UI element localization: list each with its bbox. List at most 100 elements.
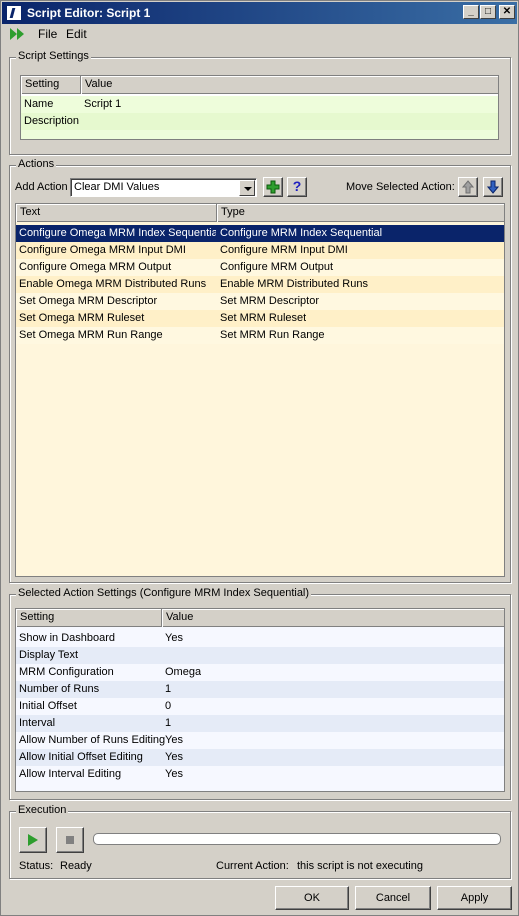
column-header-text[interactable]: Text [16,204,217,222]
execution-title: Execution [16,804,69,816]
plus-icon [266,180,280,194]
table-row[interactable]: Allow Initial Offset Editing Yes [16,749,504,766]
current-action-value: this script is not executing [297,860,423,872]
selected-settings-header: Setting Value [16,609,504,627]
table-row[interactable]: Set Omega MRM Run Range Set MRM Run Rang… [16,327,504,344]
selected-action-settings-table: Setting Value Show in Dashboard Yes Disp… [15,608,505,792]
add-action-select[interactable]: Clear DMI Values [70,178,257,197]
column-header-setting[interactable]: Setting [21,76,81,94]
help-button[interactable]: ? [287,177,307,197]
help-icon: ? [292,178,302,194]
action-type-cell: Configure MRM Input DMI [220,244,348,256]
actions-table-header: Text Type [16,204,504,222]
chevron-down-icon[interactable] [239,180,255,196]
setting-name-cell: Show in Dashboard [19,632,116,644]
script-settings-header: Setting Value [21,76,498,94]
move-selected-action-label: Move Selected Action: [346,181,455,193]
setting-name-cell: Allow Number of Runs Editing [19,734,166,746]
setting-value-cell: Yes [165,734,183,746]
ok-button[interactable]: OK [275,886,349,910]
table-row[interactable]: Display Text [16,647,504,664]
action-type-cell: Configure MRM Output [220,261,334,273]
table-filler [21,130,498,139]
add-action-label: Add Action [15,181,68,193]
setting-value-cell: 1 [165,683,172,695]
menu-bar: File Edit [2,25,517,43]
column-header-type[interactable]: Type [217,204,504,222]
table-row[interactable]: Show in Dashboard Yes [16,630,504,647]
current-action-label: Current Action: [216,860,289,872]
action-type-cell: Set MRM Descriptor [220,295,320,307]
setting-value-cell: Yes [165,768,183,780]
table-row[interactable]: Allow Interval Editing Yes [16,766,504,783]
stop-icon [66,836,74,844]
selected-action-settings-title: Selected Action Settings (Configure MRM … [16,587,312,599]
menu-file[interactable]: File [38,27,57,41]
arrow-up-icon [462,180,474,194]
setting-name-cell: Number of Runs [19,683,100,695]
table-row[interactable]: Set Omega MRM Descriptor Set MRM Descrip… [16,293,504,310]
script-editor-window: Script Editor: Script 1 _ □ ✕ File Edit … [0,0,519,916]
title-bar[interactable]: Script Editor: Script 1 _ □ ✕ [2,2,517,24]
setting-value-cell: 1 [165,717,172,729]
setting-name-cell: MRM Configuration [19,666,114,678]
minimize-button[interactable]: _ [463,5,479,19]
table-row[interactable]: Configure Omega MRM Input DMI Configure … [16,242,504,259]
setting-name-cell: Name [24,98,54,110]
action-text-cell: Configure Omega MRM Output [19,261,172,273]
execution-progress-bar [93,833,501,845]
table-row[interactable]: Configure Omega MRM Index Sequential Con… [16,225,504,242]
action-text-cell: Enable Omega MRM Distributed Runs [19,278,207,290]
status-label: Status: [19,860,54,872]
setting-name-cell: Interval [19,717,56,729]
table-row[interactable]: Interval 1 [16,715,504,732]
action-text-cell: Set Omega MRM Ruleset [19,312,145,324]
app-icon [6,5,22,21]
action-type-cell: Set MRM Run Range [220,329,325,341]
column-header-value[interactable]: Value [81,76,498,94]
setting-name-cell: Description [24,115,80,127]
table-row[interactable]: Number of Runs 1 [16,681,504,698]
script-settings-title: Script Settings [16,50,91,62]
arrow-down-icon [487,180,499,194]
add-action-selected-value: Clear DMI Values [74,181,160,193]
cancel-button[interactable]: Cancel [355,886,431,910]
window-title: Script Editor: Script 1 [27,6,151,20]
setting-name-cell: Allow Interval Editing [19,768,122,780]
maximize-button[interactable]: □ [480,5,496,19]
setting-value-cell: Yes [165,632,183,644]
action-type-cell: Enable MRM Distributed Runs [220,278,368,290]
run-button[interactable] [19,827,47,853]
apply-button[interactable]: Apply [437,886,512,910]
menu-edit[interactable]: Edit [66,27,87,41]
play-icon [28,834,38,846]
move-up-button[interactable] [458,177,478,197]
actions-table: Text Type Configure Omega MRM Index Sequ… [15,203,505,577]
setting-name-cell: Allow Initial Offset Editing [19,751,143,763]
table-row[interactable]: Description [21,113,498,130]
actions-title: Actions [16,158,57,170]
table-row[interactable]: Initial Offset 0 [16,698,504,715]
table-row[interactable]: Configure Omega MRM Output Configure MRM… [16,259,504,276]
setting-value-cell: Omega [165,666,202,678]
move-down-button[interactable] [483,177,503,197]
setting-value-cell: Yes [165,751,183,763]
action-text-cell: Set Omega MRM Descriptor [19,295,158,307]
action-type-cell: Configure MRM Index Sequential [220,227,383,239]
setting-value-cell: 0 [165,700,172,712]
table-row[interactable]: Name Script 1 [21,96,498,113]
setting-name-cell: Initial Offset [19,700,77,712]
stop-button[interactable] [56,827,84,853]
table-row[interactable]: Enable Omega MRM Distributed Runs Enable… [16,276,504,293]
close-button[interactable]: ✕ [499,5,515,19]
table-row[interactable]: Allow Number of Runs Editing Yes [16,732,504,749]
run-script-icon[interactable] [10,28,28,40]
column-header-setting[interactable]: Setting [16,609,162,627]
script-settings-table: Setting Value Name Script 1 Description [20,75,499,140]
add-action-button[interactable] [263,177,283,197]
column-header-value[interactable]: Value [162,609,504,627]
table-row[interactable]: MRM Configuration Omega [16,664,504,681]
table-row[interactable]: Set Omega MRM Ruleset Set MRM Ruleset [16,310,504,327]
status-value: Ready [60,860,92,872]
action-text-cell: Configure Omega MRM Input DMI [19,244,186,256]
